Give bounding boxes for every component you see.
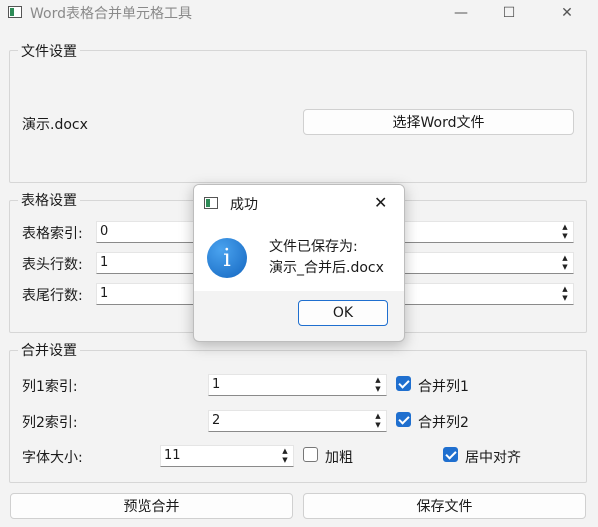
file-settings-title: 文件设置 bbox=[18, 41, 80, 61]
col1-index-label: 列1索引: bbox=[22, 379, 78, 395]
ok-button[interactable]: OK bbox=[298, 300, 388, 326]
bold-checkbox[interactable] bbox=[303, 447, 318, 462]
header-rows-label: 表头行数: bbox=[22, 257, 83, 273]
footer-rows-value: 1 bbox=[100, 286, 109, 301]
arrow-up-icon[interactable]: ▲ bbox=[558, 254, 572, 263]
success-dialog: 成功 ✕ i 文件已保存为: 演示_合并后.docx OK bbox=[193, 184, 405, 342]
title-bar: Word表格合并单元格工具 — ☐ ✕ bbox=[0, 0, 598, 26]
dialog-title: 成功 bbox=[230, 197, 258, 213]
header-rows-stepper[interactable]: ▲ ▼ bbox=[558, 254, 572, 272]
dialog-close-button[interactable]: ✕ bbox=[374, 193, 387, 212]
arrow-down-icon[interactable]: ▼ bbox=[371, 421, 385, 430]
arrow-up-icon[interactable]: ▲ bbox=[278, 447, 292, 456]
window-title: Word表格合并单元格工具 bbox=[30, 6, 192, 22]
col2-index-value: 2 bbox=[212, 413, 221, 428]
footer-rows-label: 表尾行数: bbox=[22, 288, 83, 304]
dialog-app-icon bbox=[204, 197, 218, 209]
table-settings-title: 表格设置 bbox=[18, 190, 80, 210]
font-size-label: 字体大小: bbox=[22, 450, 83, 466]
col2-index-spinbox[interactable]: 2 ▲ ▼ bbox=[208, 410, 387, 432]
table-index-stepper[interactable]: ▲ ▼ bbox=[558, 223, 572, 241]
header-rows-value: 1 bbox=[100, 255, 109, 270]
table-index-value: 0 bbox=[100, 224, 109, 239]
arrow-down-icon[interactable]: ▼ bbox=[558, 294, 572, 303]
close-button[interactable]: ✕ bbox=[544, 0, 590, 26]
center-align-checkbox[interactable] bbox=[443, 447, 458, 462]
font-size-spinbox[interactable]: 11 ▲ ▼ bbox=[160, 445, 294, 467]
table-index-label: 表格索引: bbox=[22, 226, 83, 242]
font-size-value: 11 bbox=[164, 448, 181, 463]
arrow-up-icon[interactable]: ▲ bbox=[371, 376, 385, 385]
arrow-down-icon[interactable]: ▼ bbox=[371, 385, 385, 394]
select-word-file-button[interactable]: 选择Word文件 bbox=[303, 109, 574, 135]
col2-index-stepper[interactable]: ▲ ▼ bbox=[371, 412, 385, 430]
dialog-message-line2: 演示_合并后.docx bbox=[269, 260, 384, 276]
maximize-button[interactable]: ☐ bbox=[486, 0, 532, 26]
font-size-stepper[interactable]: ▲ ▼ bbox=[278, 447, 292, 465]
merge-settings-title: 合并设置 bbox=[18, 340, 80, 360]
preview-merge-button[interactable]: 预览合并 bbox=[10, 493, 293, 519]
merge-col2-checkbox[interactable] bbox=[396, 412, 411, 427]
col1-index-stepper[interactable]: ▲ ▼ bbox=[371, 376, 385, 394]
arrow-up-icon[interactable]: ▲ bbox=[558, 223, 572, 232]
arrow-up-icon[interactable]: ▲ bbox=[371, 412, 385, 421]
arrow-down-icon[interactable]: ▼ bbox=[558, 263, 572, 272]
footer-rows-stepper[interactable]: ▲ ▼ bbox=[558, 285, 572, 303]
col2-index-label: 列2索引: bbox=[22, 415, 78, 431]
col1-index-value: 1 bbox=[212, 377, 221, 392]
minimize-button[interactable]: — bbox=[438, 0, 484, 26]
col1-index-spinbox[interactable]: 1 ▲ ▼ bbox=[208, 374, 387, 396]
selected-file-name: 演示.docx bbox=[22, 117, 88, 133]
dialog-title-bar: 成功 ✕ bbox=[194, 185, 404, 221]
merge-col1-checkbox[interactable] bbox=[396, 376, 411, 391]
merge-col1-label: 合并列1 bbox=[418, 379, 469, 395]
arrow-down-icon[interactable]: ▼ bbox=[278, 456, 292, 465]
bold-label: 加粗 bbox=[325, 450, 353, 466]
arrow-down-icon[interactable]: ▼ bbox=[558, 232, 572, 241]
center-align-label: 居中对齐 bbox=[465, 450, 521, 466]
arrow-up-icon[interactable]: ▲ bbox=[558, 285, 572, 294]
app-icon bbox=[8, 6, 22, 18]
merge-col2-label: 合并列2 bbox=[418, 415, 469, 431]
save-file-button[interactable]: 保存文件 bbox=[303, 493, 586, 519]
dialog-message-line1: 文件已保存为: bbox=[269, 239, 358, 255]
info-icon: i bbox=[207, 238, 247, 278]
